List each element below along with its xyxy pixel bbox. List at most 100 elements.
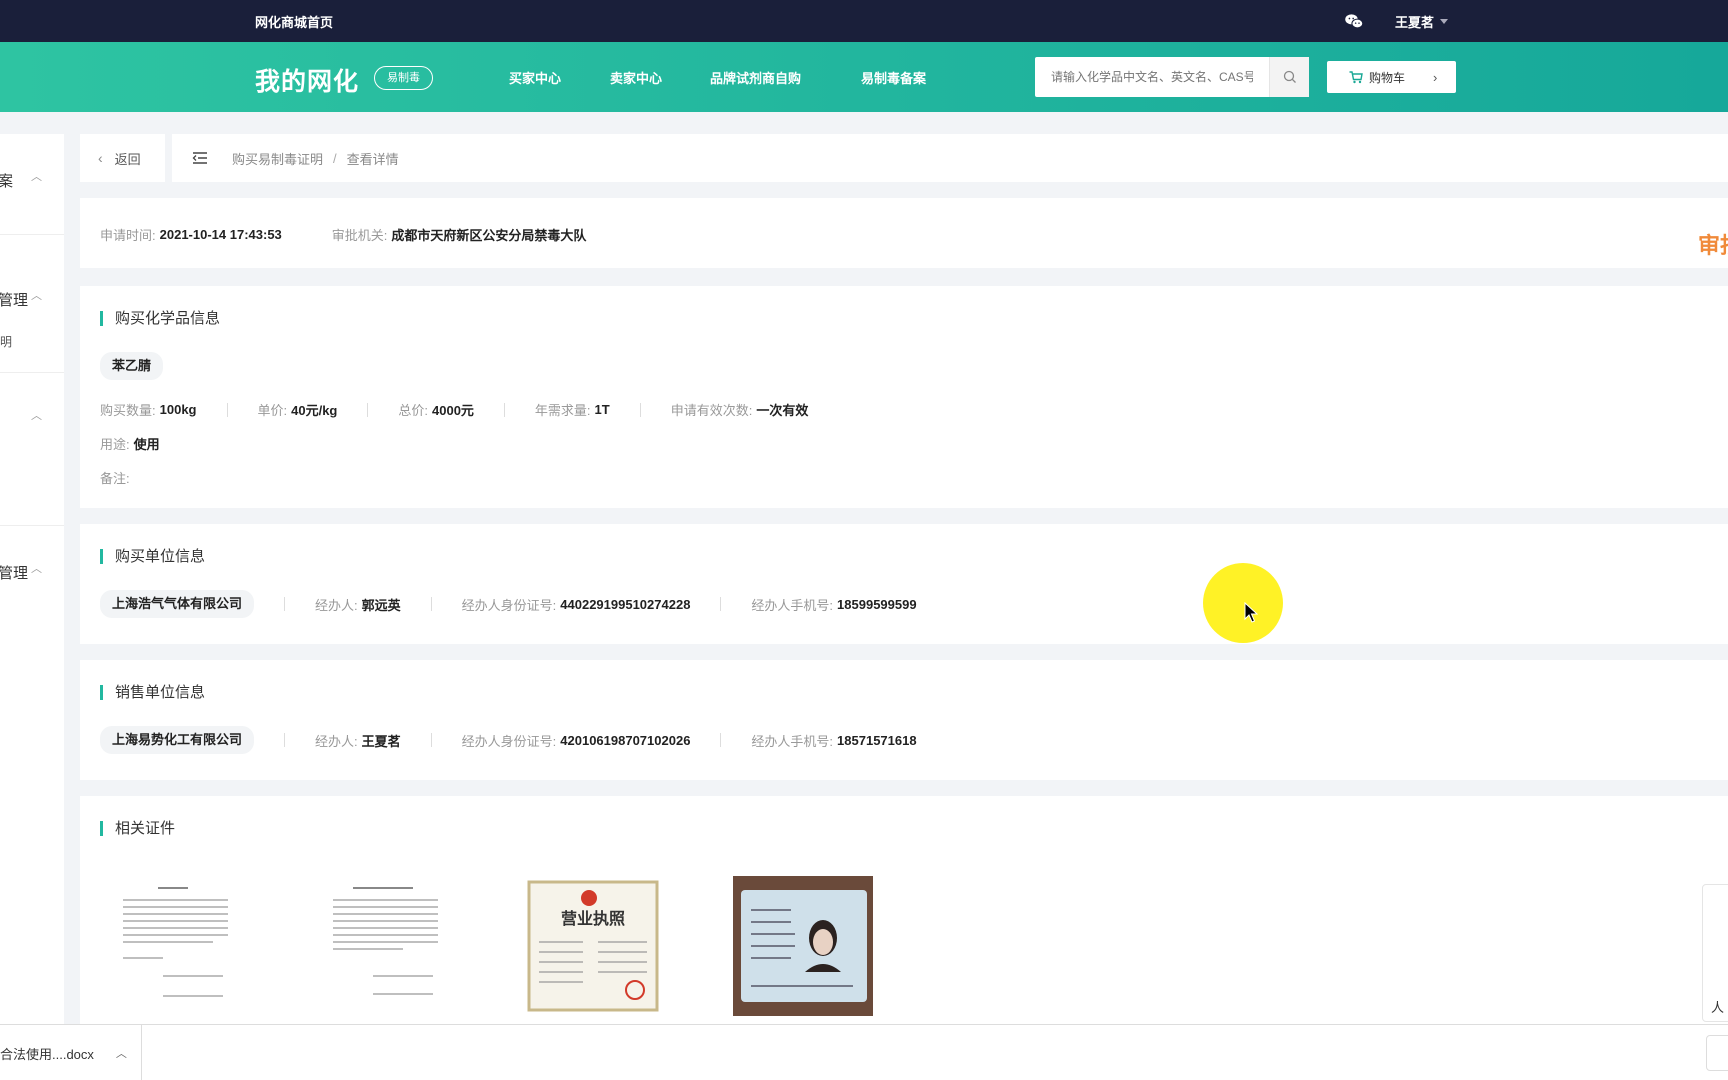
cart-label: 购物车 xyxy=(1369,70,1406,85)
chevron-left-icon: ‹ xyxy=(98,150,103,166)
authority-value: 成都市天府新区公安分局禁毒大队 xyxy=(391,228,587,243)
divider xyxy=(503,402,505,417)
seller-phone-label: 经办人手机号: xyxy=(751,733,834,749)
sidebar-divider xyxy=(0,234,64,235)
back-label: 返回 xyxy=(114,151,141,167)
user-menu[interactable]: 王夏茗 xyxy=(1395,12,1449,31)
seller-agent-label: 经办人: xyxy=(315,733,358,749)
search-box xyxy=(1035,57,1269,97)
business-license-icon[interactable]: 营业执照 xyxy=(523,876,663,1016)
header-bar: 我的网化 易制毒 买家中心 卖家中心 品牌试剂商自购 易制毒备案 购物车 › xyxy=(0,42,1728,112)
buyer-agent-value: 郭远英 xyxy=(361,597,401,613)
unit-price-label: 单价: xyxy=(257,403,288,418)
chevron-right-icon: › xyxy=(1433,69,1438,85)
chemical-name-tag: 苯乙腈 xyxy=(100,352,164,380)
divider xyxy=(430,733,432,747)
sidebar: 案 ︿ 管理 ︿ 明 ︿ 管理 ︿ xyxy=(0,134,64,1024)
valid-times-label: 申请有效次数: xyxy=(670,403,753,418)
divider xyxy=(284,597,286,611)
back-button[interactable]: ‹ 返回 xyxy=(80,134,165,182)
status-badge: 审批 xyxy=(1698,233,1728,258)
quantity-label: 购买数量: xyxy=(100,403,156,418)
mouse-pointer-icon xyxy=(1244,602,1258,623)
divider xyxy=(430,597,432,611)
breadcrumb-current: 查看详情 xyxy=(346,151,399,167)
id-card-icon[interactable] xyxy=(733,876,873,1016)
chevron-up-icon[interactable]: ︿ xyxy=(31,287,42,303)
authority-label: 审批机关: xyxy=(331,228,388,243)
floating-service-panel[interactable]: 人 xyxy=(1702,884,1728,1022)
document-page-icon[interactable] xyxy=(313,876,453,1016)
buyer-phone-value: 18599599599 xyxy=(837,596,917,612)
username: 王夏茗 xyxy=(1395,15,1435,30)
sidebar-subitem-certificate[interactable]: 明 xyxy=(0,333,12,350)
search-icon xyxy=(1283,70,1296,83)
download-file-name: 合法使用....docx xyxy=(0,1046,94,1062)
section-badge: 易制毒 xyxy=(374,66,433,90)
total-price-value: 4000元 xyxy=(432,403,474,418)
chevron-up-icon[interactable]: ︿ xyxy=(31,560,42,576)
buyer-id-value: 440229199510274228 xyxy=(560,596,691,612)
nav-brand-reagent[interactable]: 品牌试剂商自购 xyxy=(710,68,801,87)
section-title: 购买单位信息 xyxy=(100,549,205,564)
section-title: 购买化学品信息 xyxy=(100,311,220,326)
sidebar-divider xyxy=(0,525,64,526)
cart-icon xyxy=(1349,70,1363,83)
breadcrumb: 购买易制毒证明 / 查看详情 xyxy=(172,134,1728,182)
buyer-company-tag: 上海浩气气体有限公司 xyxy=(100,590,255,618)
sidebar-item-management-2[interactable]: 管理 xyxy=(0,562,28,583)
usage-value: 使用 xyxy=(133,437,160,452)
cart-button[interactable]: 购物车 › xyxy=(1327,61,1456,93)
mall-home-link[interactable]: 网化商城首页 xyxy=(255,12,333,31)
total-price-label: 总价: xyxy=(398,403,428,418)
nav-buyer-center[interactable]: 买家中心 xyxy=(509,68,561,87)
buyer-phone-label: 经办人手机号: xyxy=(751,597,834,613)
section-title: 销售单位信息 xyxy=(100,685,205,700)
nav-precursor-filing[interactable]: 易制毒备案 xyxy=(861,68,926,87)
cursor-highlight xyxy=(1203,563,1283,643)
download-bar: 合法使用....docx ︿ xyxy=(0,1024,1728,1080)
sidebar-divider xyxy=(0,372,64,373)
breadcrumb-separator: / xyxy=(333,150,337,166)
chevron-up-icon[interactable]: ︿ xyxy=(31,407,42,423)
divider xyxy=(720,597,722,611)
documents-card: 相关证件 营业执照 xyxy=(80,796,1728,1024)
annual-demand-label: 年需求量: xyxy=(534,403,591,418)
divider xyxy=(720,733,722,747)
divider xyxy=(284,733,286,747)
download-bar-action-button[interactable] xyxy=(1706,1035,1728,1071)
seller-agent-value: 王夏茗 xyxy=(361,733,401,749)
top-bar: 网化商城首页 王夏茗 xyxy=(0,0,1728,42)
menu-fold-icon[interactable] xyxy=(192,151,208,165)
application-time-label: 申请时间: xyxy=(100,228,156,243)
sidebar-item-filing[interactable]: 案 xyxy=(0,170,13,191)
chevron-up-icon[interactable]: ︿ xyxy=(31,168,42,184)
chevron-up-icon[interactable]: ︿ xyxy=(116,1045,127,1061)
divider xyxy=(226,402,228,417)
application-summary-card: 申请时间: 2021-10-14 17:43:53 审批机关: 成都市天府新区公… xyxy=(80,198,1728,268)
valid-times-value: 一次有效 xyxy=(756,403,809,418)
svg-text:营业执照: 营业执照 xyxy=(561,909,625,928)
download-item[interactable]: 合法使用....docx ︿ xyxy=(0,1025,142,1080)
buyer-info-card: 购买单位信息 上海浩气气体有限公司 经办人: 郭远英 经办人身份证号: 4402… xyxy=(80,524,1728,644)
wechat-icon[interactable] xyxy=(1344,11,1364,31)
divider xyxy=(639,402,641,417)
breadcrumb-item[interactable]: 购买易制毒证明 xyxy=(232,149,323,168)
brand-title[interactable]: 我的网化 xyxy=(255,62,359,98)
search-input[interactable] xyxy=(1035,57,1269,97)
seller-phone-value: 18571571618 xyxy=(837,732,917,748)
buyer-id-label: 经办人身份证号: xyxy=(461,597,557,613)
seller-company-tag: 上海易势化工有限公司 xyxy=(100,726,255,754)
section-title: 相关证件 xyxy=(100,821,175,836)
search-button[interactable] xyxy=(1269,57,1309,97)
buyer-agent-label: 经办人: xyxy=(315,597,358,613)
nav-seller-center[interactable]: 卖家中心 xyxy=(610,68,662,87)
sidebar-item-management[interactable]: 管理 xyxy=(0,289,28,310)
quantity-value: 100kg xyxy=(159,402,197,417)
usage-label: 用途: xyxy=(100,437,130,452)
annual-demand-value: 1T xyxy=(594,402,610,417)
document-page-icon[interactable] xyxy=(103,876,243,1016)
application-time-value: 2021-10-14 17:43:53 xyxy=(159,227,282,242)
unit-price-value: 40元/kg xyxy=(291,403,338,418)
remark-label: 备注: xyxy=(100,471,130,486)
